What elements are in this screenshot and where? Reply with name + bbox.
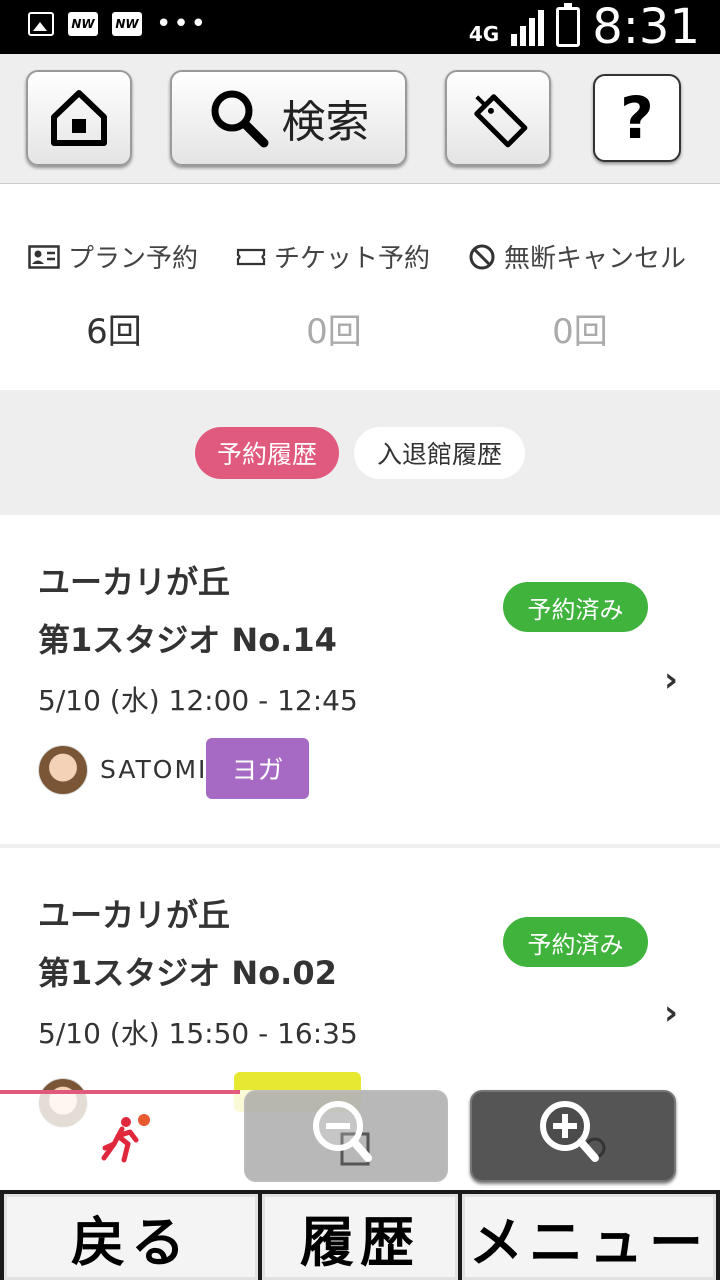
category-tag: ヨガ bbox=[206, 738, 309, 799]
id-card-icon bbox=[28, 244, 60, 269]
more-notifications-icon: ••• bbox=[156, 9, 209, 39]
reservation-stats: プラン予約 6回 チケット予約 0回 無断キャンセル 0回 bbox=[0, 200, 720, 390]
stat-cancel-label: 無断キャンセル bbox=[468, 238, 686, 275]
search-label: 検索 bbox=[281, 97, 370, 148]
bottom-navigation: 戻る 履歴 メニュー bbox=[0, 1190, 720, 1280]
signal-icon bbox=[511, 8, 545, 46]
menu-button[interactable]: メニュー bbox=[462, 1194, 716, 1280]
reservation-card[interactable]: ユーカリが丘 第1スタジオ No.02 5/10 (水) 15:50 - 16:… bbox=[0, 848, 720, 1128]
network-type: 4G bbox=[468, 22, 500, 46]
zoom-in-button[interactable] bbox=[470, 1090, 676, 1182]
app-notification-icon: NW bbox=[112, 12, 142, 36]
stat-ticket-label: チケット予約 bbox=[236, 238, 430, 275]
status-badge: 予約済み bbox=[503, 917, 648, 967]
stat-cancel-value: 0回 bbox=[552, 312, 608, 352]
history-button[interactable]: 履歴 bbox=[262, 1194, 458, 1280]
card-location: ユーカリが丘 bbox=[38, 896, 231, 934]
clock: 8:31 bbox=[592, 0, 700, 55]
card-studio: 第1スタジオ No.14 bbox=[38, 621, 337, 659]
zoom-in-icon bbox=[540, 1101, 606, 1162]
zoom-out-button[interactable] bbox=[244, 1090, 448, 1182]
chevron-right-icon: › bbox=[664, 660, 679, 700]
scroll-progress-bar bbox=[0, 1090, 240, 1094]
status-badge: 予約済み bbox=[503, 582, 648, 632]
home-icon bbox=[51, 90, 107, 146]
zoom-out-icon bbox=[313, 1101, 372, 1166]
card-location: ユーカリが丘 bbox=[38, 563, 231, 601]
reservation-card[interactable]: ユーカリが丘 第1スタジオ No.14 5/10 (水) 12:00 - 12:… bbox=[0, 515, 720, 844]
back-button[interactable]: 戻る bbox=[4, 1194, 258, 1280]
ticket-icon bbox=[236, 248, 266, 265]
running-person-icon bbox=[101, 1114, 150, 1163]
image-notification-icon bbox=[28, 12, 54, 36]
card-datetime: 5/10 (水) 15:50 - 16:35 bbox=[38, 1017, 358, 1050]
instructor-avatar bbox=[38, 745, 88, 795]
help-button[interactable]: ? bbox=[593, 74, 681, 162]
tab-entry-exit-history[interactable]: 入退館履歴 bbox=[354, 427, 525, 479]
tag-button[interactable] bbox=[445, 70, 551, 166]
tag-icon bbox=[474, 94, 528, 148]
card-datetime: 5/10 (水) 12:00 - 12:45 bbox=[38, 684, 358, 717]
app-notification-icon: NW bbox=[68, 12, 98, 36]
search-icon bbox=[211, 90, 268, 148]
prohibited-icon bbox=[469, 244, 495, 269]
chevron-right-icon: › bbox=[664, 993, 679, 1033]
home-button[interactable] bbox=[26, 70, 132, 166]
stat-plan-label: プラン予約 bbox=[28, 238, 198, 275]
help-icon: ? bbox=[620, 84, 654, 152]
history-tab-bar: 予約履歴 入退館履歴 bbox=[0, 390, 720, 515]
stat-ticket-value: 0回 bbox=[306, 312, 362, 352]
zoom-overlay-bar bbox=[0, 1090, 720, 1190]
tab-reservation-history[interactable]: 予約履歴 bbox=[195, 427, 339, 479]
stat-plan-value: 6回 bbox=[86, 312, 142, 352]
top-toolbar: 検索 ? bbox=[0, 54, 720, 184]
instructor-name: SATOMI bbox=[100, 755, 208, 784]
card-studio: 第1スタジオ No.02 bbox=[38, 954, 337, 992]
status-bar: NW NW ••• 4G 8:31 bbox=[0, 0, 720, 55]
search-button[interactable]: 検索 bbox=[170, 70, 407, 166]
battery-icon bbox=[556, 3, 581, 47]
notification-icons: NW NW ••• bbox=[28, 9, 209, 39]
